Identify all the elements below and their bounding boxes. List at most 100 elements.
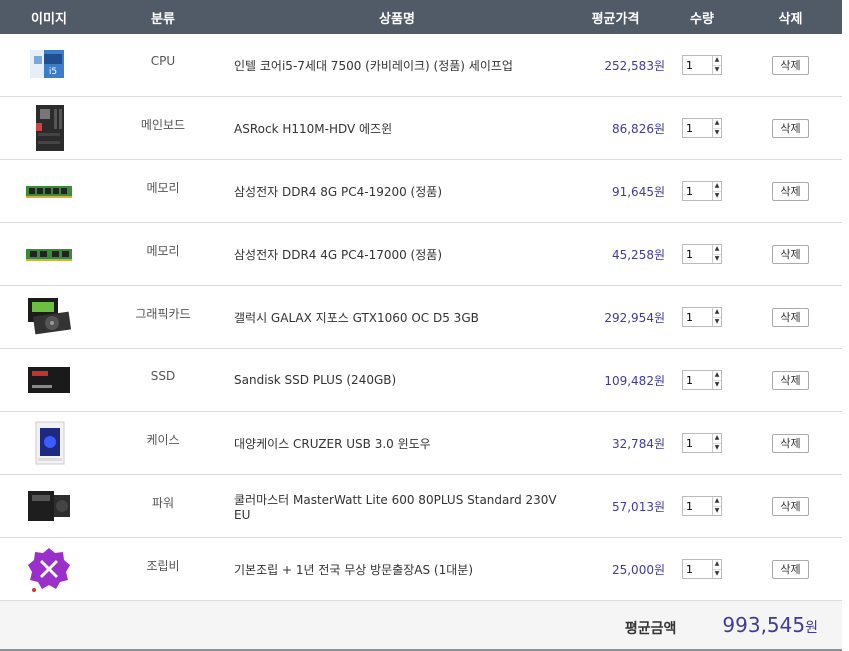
row-category: 메모리 [146, 180, 180, 195]
row-price: 32,784원 [611, 436, 665, 451]
row-price: 45,258원 [611, 247, 665, 262]
decrement-icon[interactable]: ▼ [713, 316, 721, 327]
ram-stick-image[interactable] [24, 229, 74, 279]
delete-button[interactable]: 삭제 [772, 559, 809, 579]
increment-icon[interactable]: ▲ [713, 182, 721, 191]
table-row: 메모리 삼성전자 DDR4 4G PC4-17000 (정품) 45,258원 … [0, 223, 842, 286]
quantity-input[interactable] [683, 56, 712, 74]
row-price: 109,482원 [604, 373, 665, 388]
row-product-name[interactable]: 인텔 코어i5-7세대 7500 (카비레이크) (정품) 세이프업 [228, 57, 566, 74]
table-row: 조립비 기본조립 + 1년 전국 무상 방문출장AS (1대분) 25,000원… [0, 538, 842, 601]
cart-table: 이미지 분류 상품명 평균가격 수량 삭제 i5 CPU 인텔 코어i5-7세대… [0, 0, 842, 651]
row-product-name[interactable]: 기본조립 + 1년 전국 무상 방문출장AS (1대분) [228, 561, 566, 578]
row-price: 25,000원 [611, 562, 665, 577]
header-avg-price: 평균가격 [591, 11, 640, 27]
row-product-name[interactable]: Sandisk SSD PLUS (240GB) [228, 373, 566, 387]
total-label: 평균금액 [624, 621, 677, 637]
increment-icon[interactable]: ▲ [713, 56, 721, 65]
motherboard-image[interactable] [24, 103, 74, 153]
ssd-image[interactable] [24, 355, 74, 405]
table-row: 그래픽카드 갤럭시 GALAX 지포스 GTX1060 OC D5 3GB 29… [0, 286, 842, 349]
delete-button[interactable]: 삭제 [772, 181, 809, 201]
header-product: 상품명 [379, 11, 415, 27]
quantity-stepper[interactable]: ▲▼ [682, 244, 722, 264]
row-category: 파워 [151, 495, 175, 510]
row-product-name[interactable]: 삼성전자 DDR4 4G PC4-17000 (정품) [228, 246, 566, 263]
increment-icon[interactable]: ▲ [713, 245, 721, 254]
header-image: 이미지 [31, 11, 67, 27]
delete-button[interactable]: 삭제 [772, 496, 809, 516]
table-row: 메모리 삼성전자 DDR4 8G PC4-19200 (정품) 91,645원 … [0, 160, 842, 223]
delete-button[interactable]: 삭제 [772, 433, 809, 453]
increment-icon[interactable]: ▲ [713, 119, 721, 128]
delete-button[interactable]: 삭제 [772, 244, 809, 264]
decrement-icon[interactable]: ▼ [713, 127, 721, 138]
quantity-input[interactable] [683, 119, 712, 137]
power-supply-image[interactable] [24, 481, 74, 531]
decrement-icon[interactable]: ▼ [713, 379, 721, 390]
assembly-tools-badge-image[interactable] [24, 544, 74, 594]
total-amount: 993,545 [722, 613, 806, 637]
quantity-input[interactable] [683, 308, 712, 326]
row-product-name[interactable]: 삼성전자 DDR4 8G PC4-19200 (정품) [228, 183, 566, 200]
quantity-input[interactable] [683, 560, 712, 578]
table-row: 파워 쿨러마스터 MasterWatt Lite 600 80PLUS Stan… [0, 475, 842, 538]
graphics-card-image[interactable] [24, 292, 74, 342]
delete-button[interactable]: 삭제 [772, 307, 809, 327]
quantity-stepper[interactable]: ▲▼ [682, 370, 722, 390]
delete-button[interactable]: 삭제 [772, 55, 809, 75]
table-header: 이미지 분류 상품명 평균가격 수량 삭제 [0, 0, 842, 34]
decrement-icon[interactable]: ▼ [713, 568, 721, 579]
row-product-name[interactable]: 갤럭시 GALAX 지포스 GTX1060 OC D5 3GB [228, 309, 566, 326]
decrement-icon[interactable]: ▼ [713, 253, 721, 264]
table-row: 메인보드 ASRock H110M-HDV 에즈윈 86,826원 ▲▼ 삭제 [0, 97, 842, 160]
cpu-box-image[interactable]: i5 [24, 40, 74, 90]
total-value: 993,545원 [722, 613, 818, 637]
decrement-icon[interactable]: ▼ [713, 442, 721, 453]
row-category: 케이스 [146, 432, 180, 447]
svg-text:i5: i5 [49, 67, 57, 77]
row-category: CPU [150, 54, 176, 68]
total-unit: 원 [805, 620, 818, 636]
increment-icon[interactable]: ▲ [713, 308, 721, 317]
header-delete: 삭제 [778, 11, 803, 27]
quantity-input[interactable] [683, 371, 712, 389]
quantity-stepper[interactable]: ▲▼ [682, 433, 722, 453]
quantity-input[interactable] [683, 245, 712, 263]
row-category: 그래픽카드 [135, 306, 191, 321]
decrement-icon[interactable]: ▼ [713, 505, 721, 516]
quantity-input[interactable] [683, 182, 712, 200]
row-product-name[interactable]: ASRock H110M-HDV 에즈윈 [228, 120, 566, 137]
decrement-icon[interactable]: ▼ [713, 190, 721, 201]
delete-button[interactable]: 삭제 [772, 370, 809, 390]
row-product-name[interactable]: 대양케이스 CRUZER USB 3.0 윈도우 [228, 435, 566, 452]
row-category: 조립비 [146, 558, 180, 573]
header-category: 분류 [151, 11, 175, 27]
header-qty: 수량 [690, 11, 714, 27]
increment-icon[interactable]: ▲ [713, 497, 721, 506]
delete-button[interactable]: 삭제 [772, 118, 809, 138]
quantity-stepper[interactable]: ▲▼ [682, 307, 722, 327]
quantity-stepper[interactable]: ▲▼ [682, 496, 722, 516]
pc-case-image[interactable] [24, 418, 74, 468]
quantity-stepper[interactable]: ▲▼ [682, 55, 722, 75]
row-category: 메인보드 [140, 117, 186, 132]
row-price: 57,013원 [611, 499, 665, 514]
quantity-input[interactable] [683, 497, 712, 515]
quantity-input[interactable] [683, 434, 712, 452]
quantity-stepper[interactable]: ▲▼ [682, 118, 722, 138]
quantity-stepper[interactable]: ▲▼ [682, 181, 722, 201]
row-category: SSD [150, 369, 176, 383]
table-row: i5 CPU 인텔 코어i5-7세대 7500 (카비레이크) (정품) 세이프… [0, 34, 842, 97]
increment-icon[interactable]: ▲ [713, 560, 721, 569]
ram-stick-image[interactable] [24, 166, 74, 216]
quantity-stepper[interactable]: ▲▼ [682, 559, 722, 579]
row-price: 292,954원 [604, 310, 665, 325]
table-row: SSD Sandisk SSD PLUS (240GB) 109,482원 ▲▼… [0, 349, 842, 412]
increment-icon[interactable]: ▲ [713, 434, 721, 443]
row-price: 86,826원 [611, 121, 665, 136]
decrement-icon[interactable]: ▼ [713, 64, 721, 75]
increment-icon[interactable]: ▲ [713, 371, 721, 380]
row-product-name[interactable]: 쿨러마스터 MasterWatt Lite 600 80PLUS Standar… [228, 491, 566, 522]
row-price: 252,583원 [604, 58, 665, 73]
